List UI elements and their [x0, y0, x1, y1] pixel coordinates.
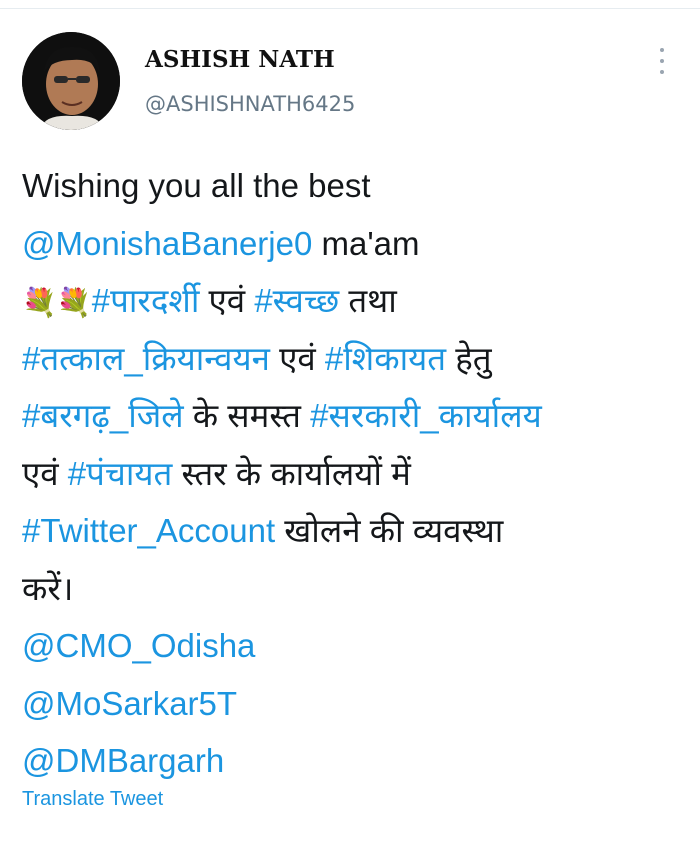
tweet-line: 💐💐#पारदर्शी एवं #स्वच्छ तथा [22, 272, 672, 330]
tweet-line: #बरगढ़_जिले के समस्त #सरकारी_कार्यालय [22, 387, 672, 445]
display-name[interactable]: ASHISH NATH [145, 46, 335, 73]
mention-link[interactable]: @DMBargarh [22, 742, 224, 779]
tweet-text-segment: करें। [22, 569, 74, 607]
tweet-text-segment: स्तर के कार्यालयों में [172, 454, 411, 492]
tweet-text-segment: खोलने की व्यवस्था [275, 512, 504, 549]
tweet-line: #Twitter_Account खोलने की व्यवस्था [22, 502, 672, 560]
tweet-text-segment: एवं [199, 282, 255, 319]
hashtag-link[interactable]: #शिकायत [325, 340, 446, 377]
tweet-line: एवं #पंचायत स्तर के कार्यालयों में [22, 445, 672, 503]
hashtag-link[interactable]: #Twitter_Account [22, 512, 275, 549]
divider [0, 8, 700, 9]
hashtag-link[interactable]: #स्वच्छ [254, 282, 339, 319]
hashtag-link[interactable]: #तत्काल_क्रियान्वयन [22, 340, 270, 377]
tweet-text-segment: हेतु [446, 339, 492, 377]
three-dot-vertical-icon[interactable] [652, 46, 672, 76]
tweet-text-segment: एवं [22, 454, 68, 492]
tweet-line: @MoSarkar5T [22, 675, 672, 733]
tweet-text-segment: Wishing you all the best [22, 167, 371, 204]
mention-link[interactable]: @MoSarkar5T [22, 685, 237, 722]
user-handle[interactable]: @ASHISHNATH6425 [145, 92, 355, 116]
tweet-line: @DMBargarh [22, 732, 672, 790]
tweet-line: @MonishaBanerje0 ma'am [22, 215, 672, 273]
translate-tweet-link[interactable]: Translate Tweet [22, 788, 163, 811]
tweet-line: करें। [22, 560, 672, 618]
tweet-text: Wishing you all the best @MonishaBanerje… [22, 157, 672, 790]
hashtag-link[interactable]: #पंचायत [68, 455, 173, 492]
avatar-photo [22, 32, 120, 130]
tweet-line: @CMO_Odisha [22, 617, 672, 675]
tweet-text-segment: एवं [269, 339, 325, 377]
mention-link[interactable]: @MonishaBanerje0 [22, 225, 312, 262]
mention-link[interactable]: @CMO_Odisha [22, 627, 255, 664]
tweet-line: #तत्काल_क्रियान्वयन एवं #शिकायत हेतु [22, 330, 672, 388]
avatar[interactable] [22, 32, 120, 130]
hashtag-link[interactable]: #सरकारी_कार्यालय [310, 397, 542, 434]
hashtag-link[interactable]: #बरगढ़_जिले [22, 397, 184, 434]
hashtag-link[interactable]: #पारदर्शी [92, 282, 200, 319]
tweet-text-segment: के समस्त [183, 397, 311, 434]
tweet: ASHISH NATH @ASHISHNATH6425 Wishing you … [0, 0, 700, 846]
tweet-line: Wishing you all the best [22, 157, 672, 215]
bouquet-emoji-icon: 💐💐 [22, 287, 92, 318]
tweet-text-segment: तथा [339, 282, 397, 319]
tweet-text-segment: ma'am [312, 224, 420, 262]
